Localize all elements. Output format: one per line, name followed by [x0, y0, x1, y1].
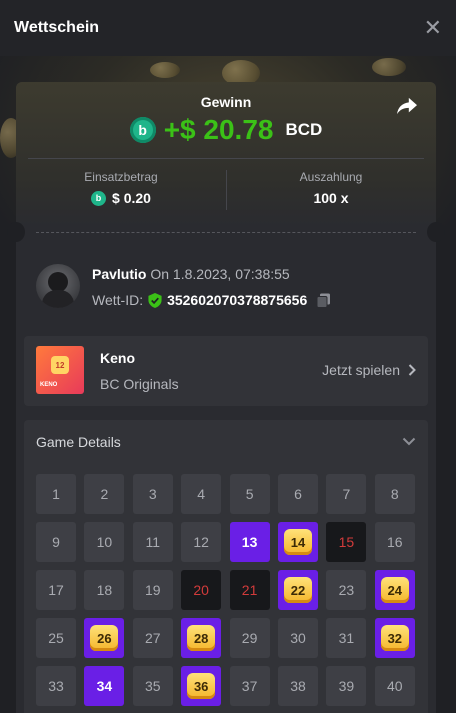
keno-cell-16: 16	[374, 522, 415, 562]
keno-cell-30: 30	[278, 618, 318, 658]
keno-cell-22: 22	[278, 570, 318, 610]
keno-cell-17: 17	[36, 570, 76, 610]
keno-cell-15: 15	[326, 522, 367, 562]
bc-coin-icon: b	[129, 117, 156, 143]
play-now-label: Jetzt spielen	[322, 362, 400, 378]
keno-cell-29: 29	[229, 618, 270, 658]
keno-cell-32: 32	[374, 618, 415, 658]
keno-cell-21: 21	[229, 570, 270, 610]
gem-icon: 36	[187, 673, 216, 699]
keno-cell-19: 19	[132, 570, 173, 610]
keno-cell-9: 9	[36, 522, 76, 562]
keno-cell-10: 10	[84, 522, 125, 562]
keno-cell-28: 28	[181, 618, 222, 658]
modal-header: Wettschein ✕	[0, 0, 456, 56]
bet-amount-value: $ 0.20	[112, 190, 151, 206]
keno-cell-8: 8	[374, 474, 415, 514]
decorative-coin	[372, 58, 406, 76]
keno-cell-35: 35	[132, 666, 173, 706]
keno-cell-5: 5	[229, 474, 270, 514]
result-section: Gewinn b +$ 20.78 BCD Einsatzbetrag b $ …	[16, 82, 436, 228]
keno-cell-3: 3	[132, 474, 173, 514]
keno-cell-14: 14	[278, 522, 318, 562]
decorative-coin	[150, 62, 180, 78]
keno-cell-6: 6	[278, 474, 318, 514]
gem-icon: 22	[284, 577, 312, 603]
gem-icon: 28	[187, 625, 216, 651]
payout-value: 100 x	[313, 190, 349, 206]
keno-cell-20: 20	[181, 570, 222, 610]
keno-cell-11: 11	[132, 522, 173, 562]
keno-cell-7: 7	[326, 474, 367, 514]
bet-slip-card: Gewinn b +$ 20.78 BCD Einsatzbetrag b $ …	[7, 82, 445, 713]
keno-cell-38: 38	[278, 666, 318, 706]
keno-cell-31: 31	[326, 618, 367, 658]
payout-label: Auszahlung	[299, 170, 363, 184]
gem-icon: 32	[380, 625, 409, 651]
avatar[interactable]	[36, 264, 80, 308]
gem-icon: 26	[90, 625, 119, 651]
payout-stat: Auszahlung 100 x	[226, 170, 436, 206]
user-info: Pavlutio On 1.8.2023, 07:38:55 Wett-ID: …	[36, 264, 426, 314]
bet-amount-label: Einsatzbetrag	[84, 170, 158, 184]
keno-cell-37: 37	[229, 666, 270, 706]
win-currency: BCD	[285, 120, 323, 139]
chevron-right-icon	[408, 364, 416, 376]
keno-cell-27: 27	[132, 618, 173, 658]
play-now-link[interactable]: Jetzt spielen	[322, 362, 416, 378]
keno-cell-2: 2	[84, 474, 125, 514]
dashed-divider	[36, 232, 416, 233]
keno-cell-26: 26	[84, 618, 125, 658]
copy-icon[interactable]	[316, 293, 331, 308]
keno-cell-13: 13	[229, 522, 270, 562]
game-thumbnail: 12 KENO	[36, 346, 84, 394]
shield-check-icon	[148, 292, 162, 308]
chevron-down-icon[interactable]	[402, 434, 416, 448]
divider	[28, 158, 424, 159]
username[interactable]: Pavlutio	[92, 266, 146, 282]
game-card[interactable]: 12 KENO Keno BC Originals Jetzt spielen	[24, 336, 428, 406]
keno-cell-34: 34	[84, 666, 125, 706]
share-icon[interactable]	[396, 96, 418, 116]
keno-cell-36: 36	[181, 666, 222, 706]
keno-cell-23: 23	[326, 570, 367, 610]
game-provider: BC Originals	[100, 376, 179, 392]
close-icon[interactable]: ✕	[424, 17, 442, 39]
game-details-title: Game Details	[36, 434, 121, 450]
keno-cell-25: 25	[36, 618, 76, 658]
keno-cell-12: 12	[181, 522, 222, 562]
ticket-notch	[7, 222, 25, 242]
game-details-panel: Game Details 1 2 3 4 5 6 7 8 9 10 11 12 13 14 15 16 17 18…	[24, 420, 428, 713]
keno-cell-4: 4	[181, 474, 222, 514]
bet-id-label: Wett-ID:	[92, 292, 144, 308]
modal-title: Wettschein	[14, 19, 100, 36]
win-amount-row: b +$ 20.78 BCD	[16, 114, 436, 146]
keno-cell-33: 33	[36, 666, 76, 706]
bc-coin-icon: b	[91, 190, 107, 206]
keno-ball-icon: 12	[51, 356, 69, 374]
gem-icon: 24	[380, 577, 409, 603]
gem-icon: 14	[284, 529, 312, 555]
bet-date: On 1.8.2023, 07:38:55	[150, 266, 290, 282]
win-amount: +$ 20.78	[163, 114, 274, 145]
bet-id-value: 352602070378875656	[167, 292, 308, 308]
keno-cell-24: 24	[374, 570, 415, 610]
keno-cell-40: 40	[374, 666, 415, 706]
keno-cell-39: 39	[326, 666, 367, 706]
game-name: Keno	[100, 350, 135, 366]
keno-cell-1: 1	[36, 474, 76, 514]
win-label: Gewinn	[200, 94, 252, 110]
thumbnail-label: KENO	[40, 382, 58, 388]
bet-amount-stat: Einsatzbetrag b $ 0.20	[16, 170, 226, 206]
ticket-notch	[427, 222, 445, 242]
keno-cell-18: 18	[84, 570, 125, 610]
